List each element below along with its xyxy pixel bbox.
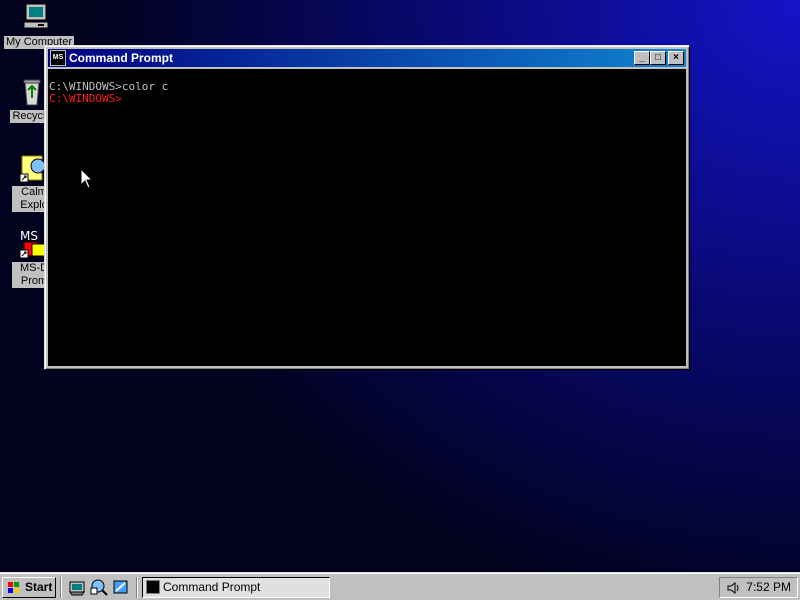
windows-logo-icon [8, 582, 19, 593]
close-button[interactable]: × [668, 51, 684, 65]
channels-icon[interactable] [112, 578, 130, 596]
start-label: Start [25, 580, 53, 594]
taskbar-separator [60, 577, 62, 598]
window-title: Command Prompt [69, 51, 174, 65]
msdos-task-icon [146, 580, 160, 594]
my-computer-icon [20, 2, 52, 34]
svg-text:MS: MS [20, 229, 38, 243]
clock[interactable]: 7:52 PM [746, 578, 791, 597]
taskbar: Start Command Prompt 7:52 PM [0, 572, 800, 600]
taskbar-separator [136, 577, 138, 598]
internet-explorer-icon[interactable] [90, 578, 108, 596]
title-bar[interactable]: MS Command Prompt _ □ × [48, 49, 686, 67]
desktop-icon-my-computer[interactable]: My Computer [4, 2, 75, 49]
console-line: C:\WINDOWS>color c [49, 80, 169, 93]
volume-icon[interactable] [726, 581, 740, 595]
minimize-button[interactable]: _ [634, 51, 650, 65]
command-prompt-window[interactable]: MS Command Prompt _ □ × C:\WINDOWS>color… [44, 45, 690, 370]
show-desktop-icon[interactable] [68, 578, 86, 596]
console-line: C:\WINDOWS> [49, 92, 122, 105]
maximize-button[interactable]: □ [650, 51, 666, 65]
task-label: Command Prompt [163, 580, 261, 594]
msdos-window-icon[interactable]: MS [50, 50, 66, 66]
taskbar-button-command-prompt[interactable]: Command Prompt [142, 577, 330, 598]
mouse-cursor-icon [81, 169, 93, 189]
console-output[interactable]: C:\WINDOWS>color c C:\WINDOWS> [48, 69, 686, 366]
system-tray: 7:52 PM [719, 577, 798, 598]
start-button[interactable]: Start [2, 577, 56, 598]
